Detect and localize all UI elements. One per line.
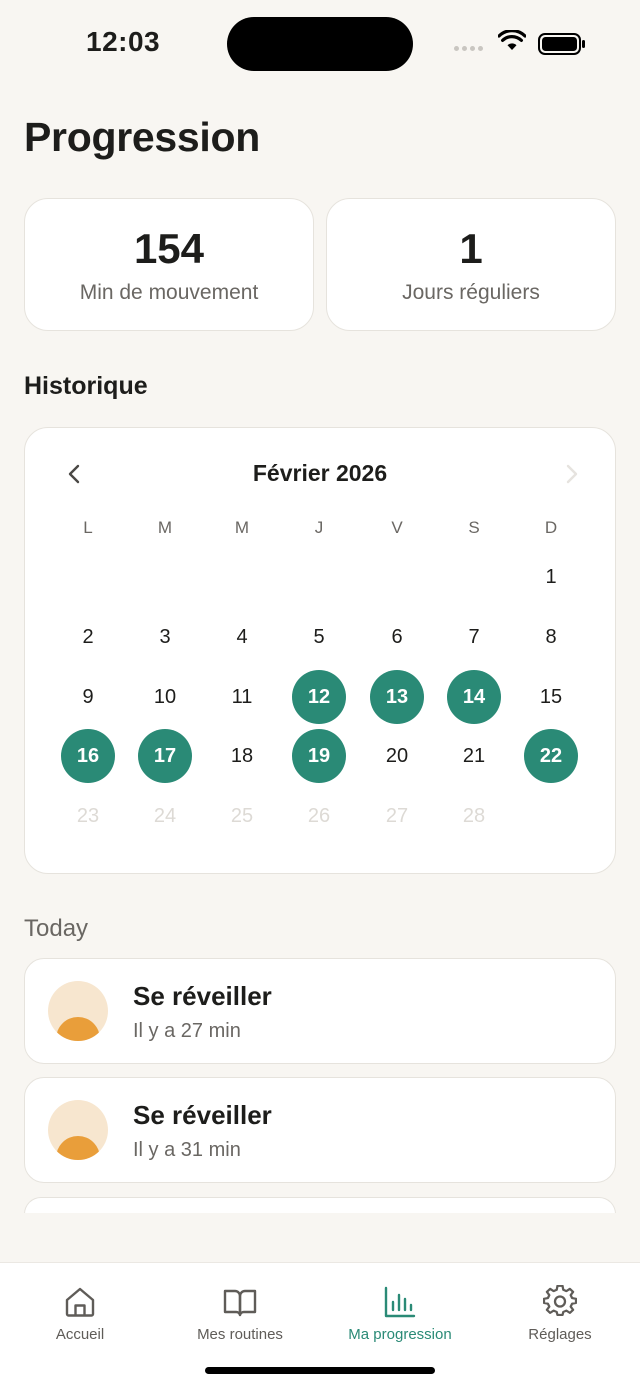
today-title: Today <box>24 915 89 942</box>
calendar-day[interactable]: 11 <box>215 670 269 724</box>
calendar-day[interactable]: 13 <box>370 670 424 724</box>
calendar-day[interactable]: 20 <box>370 729 424 783</box>
tab-label: Accueil <box>55 1326 105 1343</box>
history-title: Historique <box>24 372 148 400</box>
calendar-day[interactable]: 7 <box>447 610 501 664</box>
calendar-day[interactable]: 4 <box>215 610 269 664</box>
tab-settings[interactable]: Réglages <box>480 1263 640 1353</box>
calendar-day: 25 <box>230 804 254 827</box>
page-title: Progression <box>24 114 260 160</box>
calendar-day[interactable]: 21 <box>447 729 501 783</box>
stat-card-movement: 154 Min de mouvement <box>24 198 314 331</box>
calendar-day[interactable]: 1 <box>524 550 578 604</box>
calendar-day[interactable]: 8 <box>524 610 578 664</box>
book-icon <box>223 1289 257 1317</box>
battery-icon <box>538 33 585 55</box>
tab-label: Ma progression <box>348 1326 452 1343</box>
wifi-icon <box>498 30 526 50</box>
calendar-day: 24 <box>153 804 177 827</box>
calendar-day[interactable]: 17 <box>138 729 192 783</box>
next-month-button <box>566 464 578 484</box>
calendar-day[interactable]: 3 <box>138 610 192 664</box>
tab-routines[interactable]: Mes routines <box>160 1263 320 1353</box>
calendar-day[interactable]: 18 <box>215 729 269 783</box>
dynamic-island <box>227 17 413 71</box>
calendar-day: 23 <box>76 804 100 827</box>
stat-value: 1 <box>459 225 483 272</box>
activity-card[interactable]: Se réveiller Il y a 27 min <box>24 958 616 1064</box>
home-icon <box>65 1287 95 1317</box>
calendar-day[interactable]: 15 <box>524 670 578 724</box>
bar-chart-icon <box>384 1286 416 1318</box>
activity-card[interactable]: Se réveiller Il y a 31 min <box>24 1077 616 1183</box>
calendar-day: 26 <box>307 804 331 827</box>
tab-progress[interactable]: Ma progression <box>320 1263 480 1353</box>
calendar-day[interactable]: 12 <box>292 670 346 724</box>
calendar-month-label: Février 2026 <box>252 460 388 486</box>
stat-value: 154 <box>133 225 205 272</box>
status-time: 12:03 <box>86 26 161 57</box>
calendar-day[interactable]: 16 <box>61 729 115 783</box>
sunrise-icon <box>48 1100 108 1160</box>
weekday-label: M <box>234 518 250 537</box>
weekday-label: D <box>544 518 558 537</box>
calendar-day: 28 <box>462 804 486 827</box>
gear-icon <box>543 1285 577 1317</box>
activity-card-partial[interactable] <box>24 1197 616 1214</box>
home-indicator <box>205 1367 435 1374</box>
calendar: Février 2026 L M M J V S D 1 2 3 4 5 6 7 8 9 10 11 12 13 14 1… <box>24 427 616 874</box>
calendar-day[interactable]: 6 <box>370 610 424 664</box>
status-bar: 12:03 <box>0 0 640 90</box>
stat-label: Jours réguliers <box>402 281 540 304</box>
weekday-label: V <box>391 518 403 537</box>
progress-screen: 12:03 Progression 154 Min de mouvement 1… <box>0 0 640 1387</box>
activity-title: Se réveiller <box>133 1100 272 1130</box>
calendar-day[interactable]: 19 <box>292 729 346 783</box>
calendar-day[interactable]: 9 <box>61 670 115 724</box>
activity-time: Il y a 27 min <box>133 1020 241 1042</box>
calendar-day[interactable]: 2 <box>61 610 115 664</box>
activity-title: Se réveiller <box>133 981 272 1011</box>
stat-card-regular-days: 1 Jours réguliers <box>326 198 616 331</box>
sunrise-icon <box>48 981 108 1041</box>
cellular-signal-icon <box>454 46 483 51</box>
calendar-day[interactable]: 14 <box>447 670 501 724</box>
calendar-day[interactable]: 10 <box>138 670 192 724</box>
calendar-day[interactable]: 22 <box>524 729 578 783</box>
stat-label: Min de mouvement <box>79 281 259 304</box>
tab-home[interactable]: Accueil <box>0 1263 160 1353</box>
weekday-label: J <box>314 518 324 537</box>
tab-label: Mes routines <box>197 1326 283 1343</box>
tab-label: Réglages <box>528 1326 592 1343</box>
calendar-day[interactable]: 5 <box>292 610 346 664</box>
scroll-area-bottom <box>0 1213 640 1263</box>
activity-time: Il y a 31 min <box>133 1139 241 1161</box>
calendar-day: 27 <box>385 804 409 827</box>
weekday-label: S <box>468 518 480 537</box>
weekday-label: L <box>83 518 93 537</box>
weekday-label: M <box>157 518 173 537</box>
